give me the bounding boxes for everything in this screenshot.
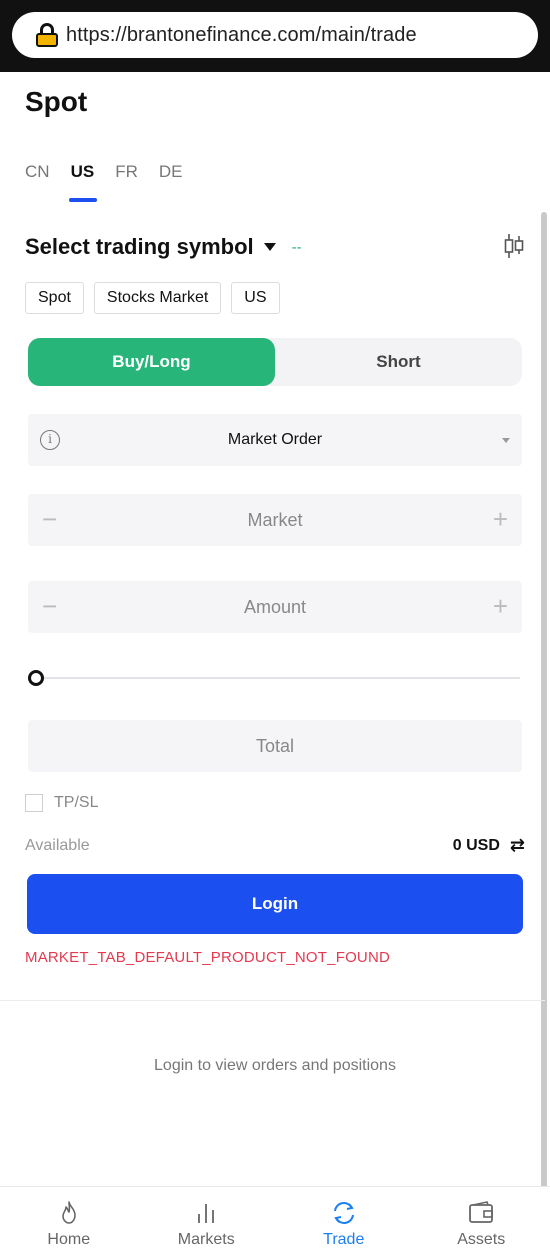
nav-markets[interactable]: Markets	[138, 1187, 276, 1260]
nav-markets-label: Markets	[177, 1230, 235, 1248]
page-title: Spot	[25, 86, 88, 117]
available-value-wrap: 0 USD ⇄	[453, 835, 525, 856]
price-decrement-button[interactable]: −	[42, 506, 57, 532]
available-balance: Available 0 USD ⇄	[25, 835, 525, 856]
tag-spot: Spot	[25, 282, 84, 314]
slider-track[interactable]	[36, 677, 520, 679]
amount-slider[interactable]	[28, 670, 522, 686]
symbol-price: --	[291, 238, 302, 256]
available-label: Available	[25, 836, 90, 854]
price-increment-button[interactable]: +	[493, 506, 508, 532]
tab-de[interactable]: DE	[159, 162, 183, 202]
nav-trade-label: Trade	[323, 1230, 365, 1248]
total-field[interactable]: Total	[28, 720, 522, 772]
tpsl-label: TP/SL	[54, 794, 99, 811]
refresh-icon	[333, 1201, 354, 1224]
region-tabs: CN US FR DE	[25, 162, 203, 202]
amount-decrement-button[interactable]: −	[42, 593, 57, 619]
total-placeholder: Total	[255, 735, 295, 756]
url-text[interactable]: https://brantonefinance.com/main/trade	[66, 24, 417, 47]
buy-long-button[interactable]: Buy/Long	[28, 338, 275, 386]
lock-icon	[36, 23, 58, 47]
select-caret-icon	[502, 438, 510, 443]
symbol-tags: Spot Stocks Market US	[25, 282, 280, 314]
wallet-icon	[469, 1200, 494, 1223]
symbol-selector[interactable]: Select trading symbol --	[25, 230, 525, 264]
caret-down-icon[interactable]	[263, 243, 276, 251]
section-divider	[0, 1000, 545, 1001]
swap-icon[interactable]: ⇄	[510, 835, 525, 856]
login-button[interactable]: Login	[27, 874, 523, 934]
order-type-select[interactable]: i Market Order	[28, 414, 522, 466]
available-value: 0 USD	[452, 836, 500, 854]
tab-cn[interactable]: CN	[25, 162, 50, 202]
nav-trade[interactable]: Trade	[275, 1187, 413, 1260]
nav-home-label: Home	[47, 1230, 91, 1248]
nav-home[interactable]: Home	[0, 1187, 138, 1260]
tab-us[interactable]: US	[68, 162, 97, 202]
error-message: MARKET_TAB_DEFAULT_PRODUCT_NOT_FOUND	[25, 949, 391, 966]
nav-assets[interactable]: Assets	[413, 1187, 550, 1260]
bottom-nav: Home Markets Trade Assets	[0, 1186, 550, 1260]
nav-assets-label: Assets	[457, 1230, 506, 1248]
side-toggle: Buy/Long Short	[28, 338, 522, 386]
browser-bar: https://brantonefinance.com/main/trade	[0, 0, 550, 72]
price-field[interactable]: − Market +	[28, 494, 522, 546]
price-placeholder: Market	[247, 509, 303, 530]
trade-page: Spot CN US FR DE Select trading symbol -…	[0, 72, 550, 1260]
flame-icon	[61, 1200, 76, 1224]
orders-login-hint[interactable]: Login to view orders and positions	[0, 1057, 550, 1075]
tag-us: US	[231, 282, 280, 314]
scrollbar[interactable]	[541, 212, 547, 1252]
symbol-title[interactable]: Select trading symbol	[25, 234, 254, 260]
info-icon[interactable]: i	[40, 430, 60, 450]
tpsl-option[interactable]: TP/SL	[25, 794, 98, 812]
order-type-value: Market Order	[227, 431, 323, 448]
amount-placeholder: Amount	[243, 596, 307, 617]
short-button[interactable]: Short	[275, 338, 522, 386]
amount-field[interactable]: − Amount +	[28, 581, 522, 633]
tpsl-checkbox[interactable]	[25, 794, 43, 812]
tab-fr[interactable]: FR	[115, 162, 138, 202]
address-bar[interactable]: https://brantonefinance.com/main/trade	[12, 12, 538, 58]
bar-chart-icon	[198, 1203, 215, 1223]
tag-stocks-market: Stocks Market	[93, 282, 222, 314]
amount-increment-button[interactable]: +	[493, 593, 508, 619]
slider-thumb[interactable]	[28, 670, 44, 686]
candlestick-chart-icon[interactable]	[503, 232, 525, 260]
